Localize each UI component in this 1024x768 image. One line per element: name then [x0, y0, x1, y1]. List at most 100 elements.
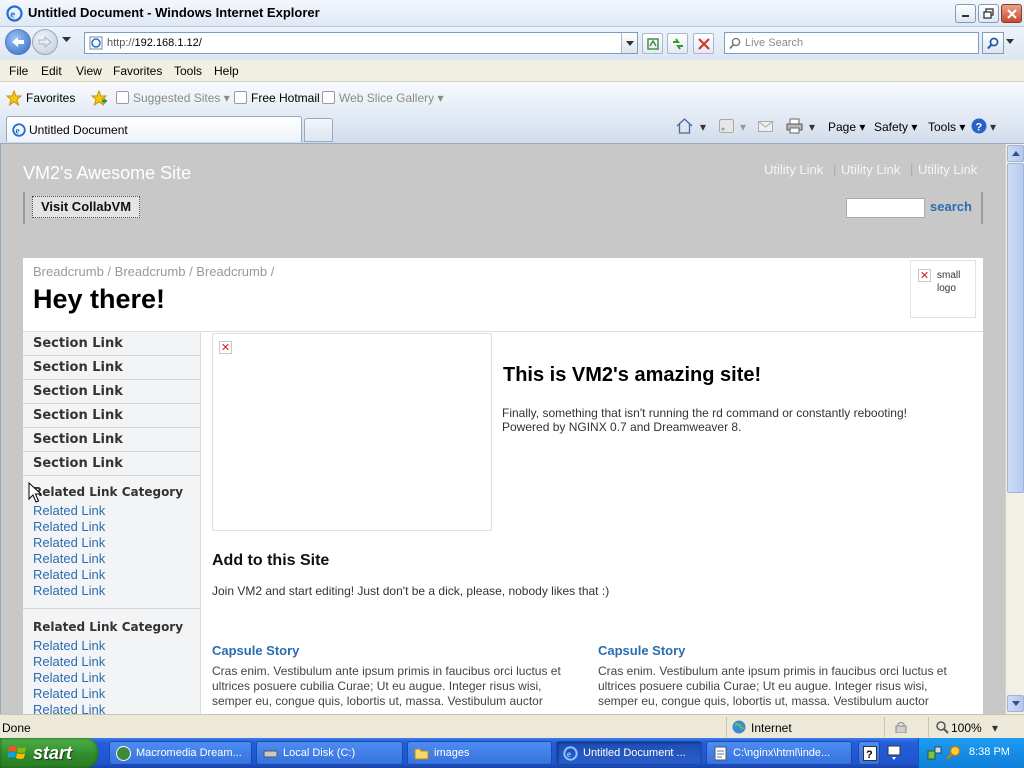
capsule-story-link[interactable]: Capsule Story — [212, 643, 299, 658]
tools-menu[interactable]: Tools ▾ — [928, 120, 965, 134]
vertical-scrollbar[interactable] — [1005, 144, 1024, 714]
capsule-story-link[interactable]: Capsule Story — [598, 643, 685, 658]
search-input[interactable]: Live Search — [724, 32, 979, 54]
taskbar-item-dreamweaver[interactable]: Macromedia Dream... — [109, 741, 252, 765]
section-link[interactable]: Section Link — [23, 428, 201, 452]
page-icon — [116, 91, 129, 104]
recent-pages-dropdown[interactable] — [62, 37, 71, 43]
menu-favorites[interactable]: Favorites — [113, 64, 162, 78]
sidebar-divider — [23, 608, 201, 609]
scroll-thumb[interactable] — [1007, 163, 1024, 493]
menu-help[interactable]: Help — [214, 64, 239, 78]
home-dropdown[interactable]: ▾ — [700, 120, 706, 134]
page-menu[interactable]: Page ▾ — [828, 120, 865, 134]
capsule-story-text: Cras enim. Vestibulum ante ipsum primis … — [598, 664, 947, 708]
utility-link[interactable]: Utility Link — [841, 162, 900, 177]
capsule-story-text: Cras enim. Vestibulum ante ipsum primis … — [212, 664, 561, 708]
print-dropdown[interactable]: ▾ — [809, 120, 815, 134]
star-icon — [6, 90, 22, 106]
page-icon — [234, 91, 247, 104]
compat-view-button[interactable] — [642, 33, 663, 54]
taskbar-item-notepad[interactable]: C:\nginx\html\inde... — [706, 741, 852, 765]
web-slice-gallery-link[interactable]: Web Slice Gallery ▾ — [322, 91, 444, 105]
stop-button[interactable] — [693, 33, 714, 54]
visit-collabvm-button[interactable]: Visit CollabVM — [32, 196, 140, 218]
svg-text:?: ? — [976, 122, 983, 134]
site-search-button[interactable]: search — [930, 199, 972, 214]
related-link[interactable]: Related Link — [33, 702, 105, 714]
rss-icon[interactable] — [719, 119, 734, 133]
tab-untitled-document[interactable]: e Untitled Document — [6, 116, 302, 142]
forward-button[interactable] — [32, 29, 58, 55]
suggested-sites-link[interactable]: Suggested Sites ▾ — [116, 91, 230, 105]
minimize-button[interactable] — [955, 4, 976, 23]
safety-menu[interactable]: Safety ▾ — [874, 120, 917, 134]
section-link[interactable]: Section Link — [23, 332, 201, 356]
related-link[interactable]: Related Link — [33, 638, 105, 653]
zoom-level[interactable]: 100% — [951, 721, 982, 735]
stop-icon — [697, 37, 710, 50]
taskbar-help-button[interactable]: ? — [858, 741, 880, 765]
help-icon[interactable]: ? — [971, 118, 987, 134]
url-text: http://192.168.1.12/ — [107, 37, 202, 49]
favorites-button[interactable]: Favorites — [26, 91, 75, 105]
related-link[interactable]: Related Link — [33, 519, 105, 534]
scroll-up-button[interactable] — [1007, 145, 1024, 162]
free-hotmail-link[interactable]: Free Hotmail — [234, 91, 320, 105]
menu-edit[interactable]: Edit — [41, 64, 62, 78]
taskbar-item-local-disk[interactable]: Local Disk (C:) — [256, 741, 403, 765]
close-window-button[interactable] — [1001, 4, 1022, 23]
related-link[interactable]: Related Link — [33, 567, 105, 582]
broken-image-icon: ✕ — [219, 341, 232, 354]
network-icon[interactable] — [927, 745, 943, 761]
scroll-down-button[interactable] — [1007, 695, 1024, 712]
related-link[interactable]: Related Link — [33, 686, 105, 701]
section-link[interactable]: Section Link — [23, 356, 201, 380]
ie-icon: e — [12, 123, 26, 137]
status-text: Done — [2, 721, 31, 735]
related-link[interactable]: Related Link — [33, 583, 105, 598]
related-link[interactable]: Related Link — [33, 551, 105, 566]
utility-link[interactable]: Utility Link — [764, 162, 823, 177]
restore-button[interactable] — [978, 4, 999, 23]
dreamweaver-icon — [116, 746, 131, 761]
mail-icon[interactable] — [758, 121, 773, 132]
section-link[interactable]: Section Link — [23, 404, 201, 428]
search-icon[interactable] — [946, 745, 962, 761]
zoom-dropdown[interactable]: ▾ — [992, 721, 998, 735]
section-link[interactable]: Section Link — [23, 380, 201, 404]
breadcrumb[interactable]: Breadcrumb / Breadcrumb / Breadcrumb / — [33, 264, 274, 279]
status-bar: Done Internet 100% ▾ — [0, 714, 1024, 738]
back-button[interactable] — [5, 29, 31, 55]
globe-icon — [732, 720, 746, 734]
svg-text:e: e — [16, 125, 20, 135]
utility-link[interactable]: Utility Link — [918, 162, 977, 177]
taskbar-item-untitled-document[interactable]: e Untitled Document ... — [556, 741, 702, 765]
ie-icon: e — [563, 746, 578, 761]
related-link[interactable]: Related Link — [33, 535, 105, 550]
taskbar-item-images[interactable]: images — [407, 741, 552, 765]
protected-mode-icon[interactable] — [894, 721, 908, 733]
address-bar[interactable]: http://192.168.1.12/ — [84, 32, 638, 54]
home-icon[interactable] — [676, 118, 693, 134]
search-go-button[interactable] — [982, 32, 1004, 54]
print-icon[interactable] — [786, 118, 803, 134]
menu-tools[interactable]: Tools — [174, 64, 202, 78]
help-dropdown[interactable]: ▾ — [990, 120, 996, 134]
related-link[interactable]: Related Link — [33, 670, 105, 685]
menu-view[interactable]: View — [76, 64, 102, 78]
related-link[interactable]: Related Link — [33, 503, 105, 518]
menu-file[interactable]: File — [9, 64, 28, 78]
rss-dropdown[interactable]: ▾ — [740, 120, 746, 134]
add-favorite-icon[interactable] — [91, 90, 108, 106]
related-link[interactable]: Related Link — [33, 654, 105, 669]
start-button[interactable]: start — [0, 738, 98, 768]
address-dropdown[interactable] — [621, 33, 637, 53]
search-options-dropdown[interactable] — [1006, 39, 1014, 44]
refresh-button[interactable] — [667, 33, 688, 54]
site-search-input[interactable] — [846, 198, 925, 218]
section-link[interactable]: Section Link — [23, 452, 201, 476]
new-tab-button[interactable] — [304, 118, 333, 142]
window-grouping-icon[interactable] — [887, 745, 901, 761]
zoom-icon — [936, 721, 949, 734]
